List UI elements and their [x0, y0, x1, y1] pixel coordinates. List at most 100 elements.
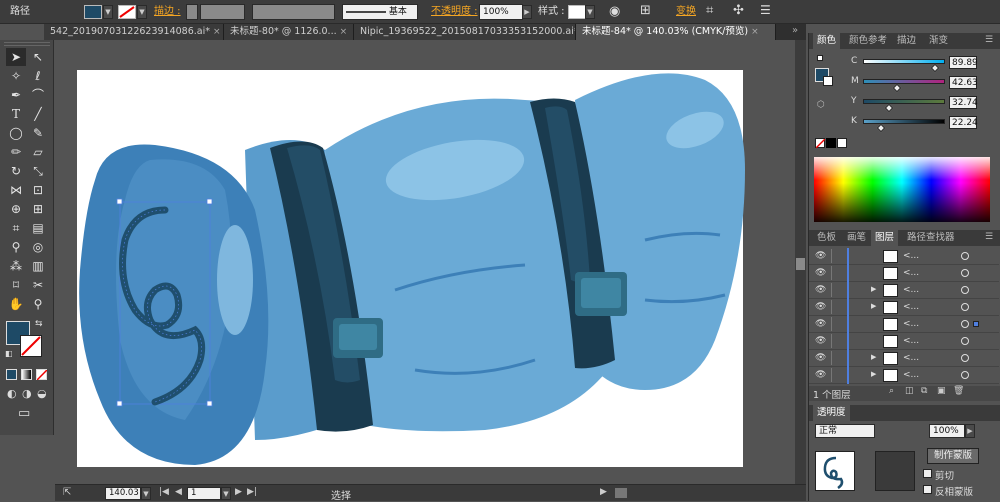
- visibility-eye-icon[interactable]: 👁: [815, 251, 826, 261]
- invert-mask-checkbox[interactable]: [923, 485, 932, 494]
- lasso-tool-icon[interactable]: ℓ: [28, 67, 48, 85]
- symbol-sprayer-tool-icon[interactable]: ⁂: [6, 257, 26, 275]
- opacity-dropdown-icon[interactable]: ▶: [522, 5, 532, 19]
- pen-tool-icon[interactable]: ✒: [6, 86, 26, 104]
- channel-slider[interactable]: [863, 99, 945, 104]
- tab-stroke[interactable]: 描边: [893, 33, 920, 49]
- lock-column[interactable]: [831, 283, 843, 297]
- channel-slider[interactable]: [863, 79, 945, 84]
- visibility-eye-icon[interactable]: 👁: [815, 336, 826, 346]
- channel-value-input[interactable]: 22.24: [949, 116, 978, 129]
- black-swatch[interactable]: [826, 138, 836, 148]
- default-colors-icon[interactable]: ◧: [5, 349, 13, 358]
- layer-row[interactable]: 👁 ▶ <...: [809, 350, 999, 367]
- shape-builder-tool-icon[interactable]: ⊕: [6, 200, 26, 218]
- lock-column[interactable]: [831, 334, 843, 348]
- visibility-eye-icon[interactable]: 👁: [815, 268, 826, 278]
- variable-width-profile[interactable]: [252, 4, 335, 20]
- gradient-tool-icon[interactable]: ▤: [28, 219, 48, 237]
- stroke-color-box[interactable]: [20, 335, 42, 357]
- tab-transparency[interactable]: 透明度: [813, 405, 850, 421]
- tabs-overflow-icon[interactable]: »: [792, 25, 798, 36]
- stroke-dropdown-icon[interactable]: ▼: [137, 5, 147, 19]
- visibility-eye-icon[interactable]: 👁: [815, 285, 826, 295]
- recolor-icon[interactable]: ◉: [609, 4, 620, 19]
- eraser-tool-icon[interactable]: ▱: [28, 143, 48, 161]
- object-thumbnail[interactable]: [815, 451, 855, 491]
- direct-selection-tool-icon[interactable]: ↖: [28, 48, 48, 66]
- style-dropdown-icon[interactable]: ▼: [585, 5, 595, 19]
- line-tool-icon[interactable]: ╱: [28, 105, 48, 123]
- toolbar-grip[interactable]: [4, 42, 50, 46]
- mask-thumbnail[interactable]: [875, 451, 915, 491]
- channel-slider-knob[interactable]: [884, 103, 894, 113]
- free-transform-tool-icon[interactable]: ⊡: [28, 181, 48, 199]
- visibility-eye-icon[interactable]: 👁: [815, 302, 826, 312]
- swap-colors-icon[interactable]: ⇆: [35, 319, 43, 329]
- target-circle-icon[interactable]: [961, 337, 969, 345]
- zoom-dropdown-icon[interactable]: ▼: [141, 487, 151, 500]
- slice-tool-icon[interactable]: ✂: [28, 276, 48, 294]
- vertical-scrollbar[interactable]: [795, 40, 806, 484]
- layer-row[interactable]: 👁 <...: [809, 248, 999, 265]
- new-layer-icon[interactable]: ▣: [937, 386, 946, 396]
- target-circle-icon[interactable]: [961, 286, 969, 294]
- selection-tool-icon[interactable]: ➤: [6, 48, 26, 66]
- target-circle-icon[interactable]: [961, 354, 969, 362]
- tab-document-3[interactable]: Nipic_19369522_20150817033353152000.ai* …: [354, 24, 576, 40]
- visibility-eye-icon[interactable]: 👁: [815, 353, 826, 363]
- tab-document-2[interactable]: 未标题-80* @ 1126.0... ×: [224, 24, 354, 40]
- draw-behind-icon[interactable]: ◑: [22, 387, 32, 400]
- first-artboard-icon[interactable]: |◀: [159, 487, 169, 497]
- color-mode-icon[interactable]: [6, 369, 17, 380]
- last-artboard-icon[interactable]: ▶|: [247, 487, 257, 497]
- target-circle-icon[interactable]: [961, 303, 969, 311]
- channel-value-input[interactable]: 42.63: [949, 76, 978, 89]
- column-graph-tool-icon[interactable]: ▥: [28, 257, 48, 275]
- tab-brushes[interactable]: 画笔: [843, 230, 870, 246]
- white-swatch[interactable]: [837, 138, 847, 148]
- draw-inside-icon[interactable]: ◒: [37, 387, 47, 400]
- close-icon[interactable]: ×: [751, 27, 759, 37]
- lock-column[interactable]: [831, 300, 843, 314]
- locate-object-icon[interactable]: ⌕: [889, 386, 894, 396]
- curvature-tool-icon[interactable]: ⌒: [28, 86, 48, 104]
- tab-layers[interactable]: 图层: [871, 230, 899, 246]
- layer-row[interactable]: 👁 <...: [809, 333, 999, 350]
- expand-arrow-icon[interactable]: ▶: [871, 285, 876, 293]
- tab-pathfinder[interactable]: 路径查找器: [903, 230, 959, 246]
- options-icon[interactable]: ✣: [733, 3, 744, 18]
- next-artboard-icon[interactable]: ▶: [235, 487, 242, 497]
- expand-arrow-icon[interactable]: ▶: [871, 302, 876, 310]
- tab-color-guide[interactable]: 颜色参考: [845, 33, 891, 49]
- zoom-input[interactable]: 140.03: [105, 487, 141, 500]
- layer-name[interactable]: <...: [903, 370, 919, 380]
- screen-mode-icon[interactable]: ▭: [18, 406, 30, 421]
- stroke-swatch[interactable]: [118, 5, 136, 19]
- fill-swatch[interactable]: [84, 5, 102, 19]
- opacity-input[interactable]: 100%: [479, 4, 523, 20]
- lock-column[interactable]: [831, 351, 843, 365]
- out-of-gamut-icon[interactable]: ⬡: [817, 100, 825, 110]
- zoom-tool-icon[interactable]: ⚲: [28, 295, 48, 313]
- layer-name[interactable]: <...: [903, 353, 919, 363]
- stroke-weight-input[interactable]: [200, 4, 245, 20]
- visibility-eye-icon[interactable]: 👁: [815, 319, 826, 329]
- color-spectrum[interactable]: [814, 157, 990, 222]
- selected-object-indicator[interactable]: [973, 321, 979, 327]
- transparency-opacity-input[interactable]: 100%: [929, 424, 965, 438]
- stroke-label[interactable]: 描边 :: [154, 0, 181, 24]
- status-menu-icon[interactable]: ▶: [600, 487, 607, 497]
- clipping-mask-icon[interactable]: ◫: [905, 386, 914, 396]
- tab-document-1[interactable]: 542_20190703122623914086.ai* ×: [44, 24, 224, 40]
- target-circle-icon[interactable]: [961, 371, 969, 379]
- fill-dropdown-icon[interactable]: ▼: [103, 5, 113, 19]
- transform-link[interactable]: 变换: [676, 0, 696, 24]
- ellipse-tool-icon[interactable]: ◯: [6, 124, 26, 142]
- layer-name[interactable]: <...: [903, 302, 919, 312]
- align-icon[interactable]: ⊞: [640, 3, 651, 18]
- layer-row[interactable]: 👁 <...: [809, 316, 999, 333]
- menu-icon[interactable]: ☰: [760, 3, 771, 17]
- target-circle-icon[interactable]: [961, 252, 969, 260]
- channel-slider[interactable]: [863, 59, 945, 64]
